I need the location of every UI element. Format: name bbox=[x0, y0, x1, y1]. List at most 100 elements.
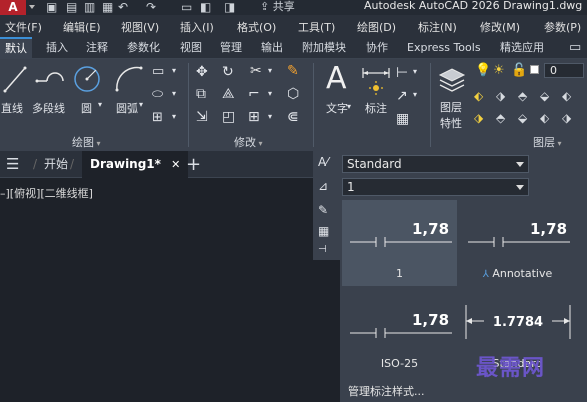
chevron-down-icon[interactable]: ▾ bbox=[268, 112, 272, 121]
text-style-dropdown[interactable]: Standard bbox=[342, 155, 529, 173]
dimension-tool-icon[interactable]: ⊣ bbox=[318, 244, 327, 255]
menu-view[interactable]: 视图(V) bbox=[121, 19, 159, 35]
offset-icon[interactable]: ⋐ bbox=[287, 109, 299, 125]
stretch-icon[interactable]: ⇲ bbox=[196, 109, 208, 125]
undo-icon[interactable]: ↶ bbox=[118, 0, 128, 15]
chevron-down-icon[interactable]: ▾ bbox=[98, 100, 102, 109]
dim-style-tile-iso-25[interactable]: 1,78 ISO-25 bbox=[342, 293, 457, 379]
layer-tool-icon[interactable]: ⬘ bbox=[496, 111, 505, 125]
hatch-icon[interactable]: ⊞ bbox=[152, 110, 163, 125]
layer-on-icon[interactable]: 💡 bbox=[475, 63, 491, 78]
arc-icon[interactable] bbox=[114, 65, 144, 93]
text-icon[interactable]: A bbox=[326, 61, 347, 96]
menu-draw[interactable]: 绘图(D) bbox=[357, 19, 396, 35]
properties-icon[interactable]: ◨ bbox=[224, 0, 235, 15]
layer-properties-icon[interactable] bbox=[437, 65, 467, 93]
menu-tools[interactable]: 工具(T) bbox=[298, 19, 335, 35]
menu-dimension[interactable]: 标注(N) bbox=[418, 19, 457, 35]
move-icon[interactable]: ✥ bbox=[196, 64, 208, 80]
application-menu-button[interactable]: A bbox=[0, 0, 35, 15]
fillet-icon[interactable]: ⌐ bbox=[248, 86, 260, 102]
explode-icon[interactable]: ⬡ bbox=[287, 86, 299, 102]
manage-dimension-styles-link[interactable]: 管理标注样式... bbox=[348, 383, 425, 399]
multileader-style-icon[interactable]: ✎ bbox=[318, 203, 328, 217]
redo-icon[interactable]: ↷ bbox=[146, 0, 156, 15]
tab-view[interactable]: 视图 bbox=[180, 37, 202, 59]
layer-tool-icon[interactable]: ⬖ bbox=[474, 89, 483, 103]
open-icon[interactable]: ▤ bbox=[66, 0, 77, 15]
menu-file[interactable]: 文件(F) bbox=[5, 19, 42, 35]
line-icon[interactable] bbox=[3, 65, 27, 93]
layer-color-swatch[interactable] bbox=[530, 65, 539, 74]
leader-icon[interactable]: ↗ bbox=[396, 88, 408, 104]
layer-tool-icon[interactable]: ⬙ bbox=[518, 111, 527, 125]
draw-panel-title[interactable]: 绘图 bbox=[72, 134, 101, 150]
trim-icon[interactable]: ✂ bbox=[250, 63, 262, 79]
menu-format[interactable]: 格式(O) bbox=[237, 19, 276, 35]
dim-style-tile-annotative[interactable]: 1,78 ⅄ Annotative bbox=[460, 200, 575, 286]
tab-insert[interactable]: 插入 bbox=[46, 37, 68, 59]
layer-lock-icon[interactable]: 🔓 bbox=[511, 63, 527, 78]
polyline-icon[interactable] bbox=[35, 67, 65, 93]
rotate-icon[interactable]: ↻ bbox=[222, 64, 234, 80]
menu-edit[interactable]: 编辑(E) bbox=[63, 19, 101, 35]
tab-collaborate[interactable]: 协作 bbox=[366, 37, 388, 59]
chevron-down-icon[interactable]: ▾ bbox=[268, 89, 272, 98]
menu-modify[interactable]: 修改(M) bbox=[480, 19, 520, 35]
new-icon[interactable]: ▣ bbox=[46, 0, 57, 15]
layer-tool-icon[interactable]: ⬖ bbox=[540, 111, 549, 125]
tab-parametric[interactable]: 参数化 bbox=[127, 37, 160, 59]
tab-drawing1[interactable]: Drawing1* ✕ bbox=[82, 151, 189, 178]
mirror-icon[interactable]: ⟁ bbox=[222, 86, 235, 102]
tab-express-tools[interactable]: Express Tools bbox=[407, 37, 481, 59]
viewport-controls[interactable]: –][俯视][二维线框] bbox=[0, 185, 93, 201]
menu-parametric[interactable]: 参数(P) bbox=[544, 19, 581, 35]
chevron-down-icon[interactable]: ▾ bbox=[347, 102, 351, 111]
tab-featured-apps[interactable]: 精选应用 bbox=[500, 37, 544, 59]
scale-icon[interactable]: ◰ bbox=[222, 109, 235, 125]
array-icon[interactable]: ⊞ bbox=[248, 109, 260, 125]
layer-tool-icon[interactable]: ⬖ bbox=[562, 89, 571, 103]
dimension-style-icon[interactable]: ⊿ bbox=[318, 179, 328, 193]
workspace-icon[interactable]: ◧ bbox=[200, 0, 211, 15]
modify-panel-title[interactable]: 修改 bbox=[234, 134, 263, 150]
text-style-icon[interactable]: A⁄ bbox=[318, 155, 328, 169]
ellipse-icon[interactable]: ⬭ bbox=[152, 87, 163, 102]
rectangle-icon[interactable]: ▭ bbox=[152, 64, 164, 79]
chevron-down-icon[interactable]: ▾ bbox=[172, 112, 176, 121]
dimension-icon[interactable] bbox=[360, 64, 392, 96]
chevron-down-icon[interactable]: ▾ bbox=[413, 90, 417, 99]
dim-style-tile-1[interactable]: 1,78 1 bbox=[342, 200, 457, 286]
hamburger-menu-icon[interactable]: ☰ bbox=[6, 151, 19, 178]
layer-tool-icon[interactable]: ⬗ bbox=[496, 89, 505, 103]
table-style-icon[interactable]: ▦ bbox=[318, 224, 329, 238]
tab-annotate[interactable]: 注释 bbox=[86, 37, 108, 59]
chevron-down-icon[interactable]: ▾ bbox=[413, 67, 417, 76]
close-icon[interactable]: ✕ bbox=[171, 158, 180, 171]
ribbon-options-icon[interactable]: ▭ bbox=[569, 37, 581, 59]
circle-icon[interactable] bbox=[72, 64, 102, 94]
tab-manage[interactable]: 管理 bbox=[220, 37, 242, 59]
layer-freeze-icon[interactable]: ☀ bbox=[493, 63, 505, 78]
share-button[interactable]: ⇪ 共享 bbox=[260, 0, 295, 13]
layer-tool-icon[interactable]: ⬘ bbox=[518, 89, 527, 103]
text-height-dropdown[interactable]: 1 bbox=[342, 178, 529, 196]
layer-tool-icon[interactable]: ⬙ bbox=[540, 89, 549, 103]
tab-output[interactable]: 输出 bbox=[261, 37, 283, 59]
layer-dropdown[interactable]: 0 bbox=[544, 63, 584, 78]
save-as-icon[interactable]: ▦ bbox=[102, 0, 113, 15]
linear-dim-icon[interactable]: ⊢ bbox=[396, 65, 408, 81]
layers-panel-title[interactable]: 图层 bbox=[533, 134, 562, 150]
layer-tool-icon[interactable]: ⬗ bbox=[474, 111, 483, 125]
copy-icon[interactable]: ⧉ bbox=[196, 86, 206, 102]
layer-tool-icon[interactable]: ⬗ bbox=[562, 111, 571, 125]
plot-icon[interactable]: ▭ bbox=[181, 0, 192, 15]
tab-addins[interactable]: 附加模块 bbox=[302, 37, 346, 59]
save-icon[interactable]: ▥ bbox=[84, 0, 95, 15]
chevron-down-icon[interactable]: ▾ bbox=[268, 66, 272, 75]
new-tab-button[interactable]: + bbox=[186, 151, 201, 178]
menu-insert[interactable]: 插入(I) bbox=[180, 19, 214, 35]
tab-start[interactable]: 开始 bbox=[44, 151, 68, 178]
chevron-down-icon[interactable]: ▾ bbox=[172, 89, 176, 98]
tab-home[interactable]: 默认 bbox=[0, 37, 32, 59]
